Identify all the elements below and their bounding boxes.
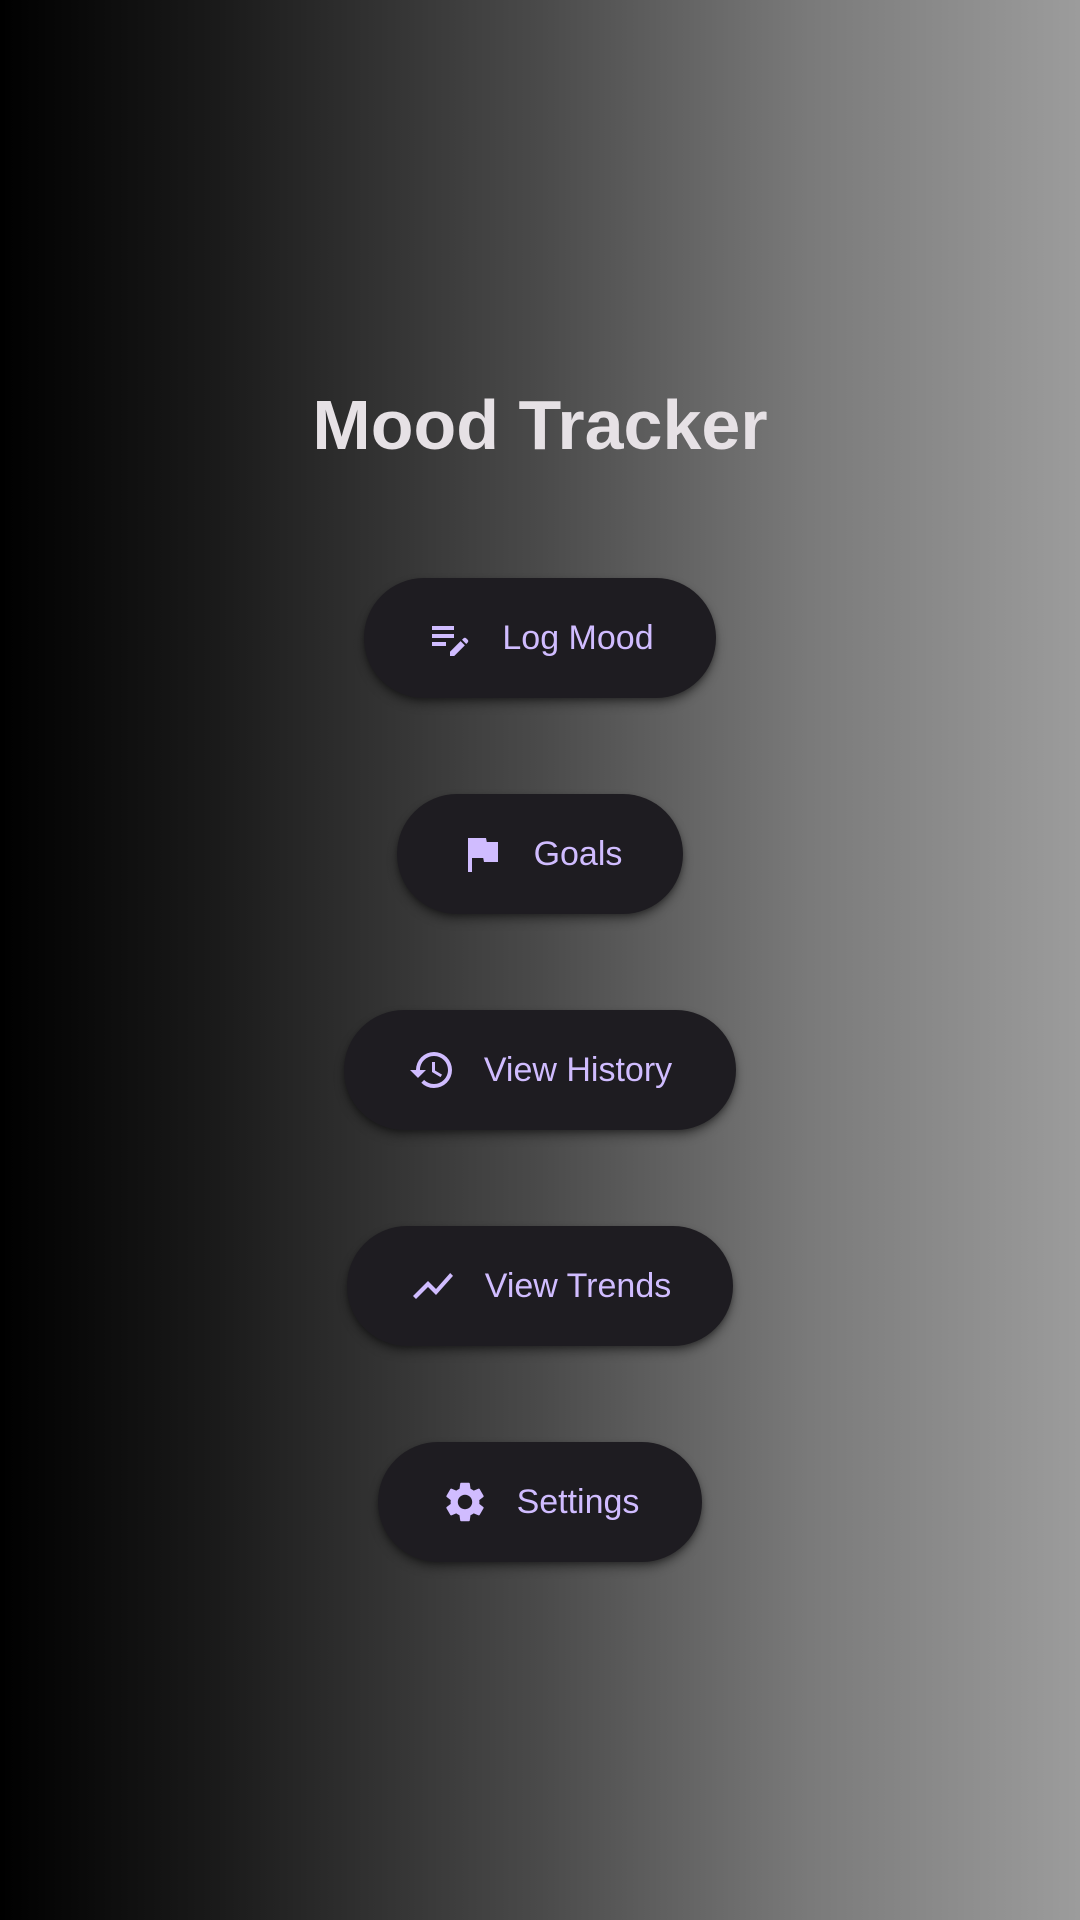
view-trends-button[interactable]: View Trends: [347, 1226, 733, 1346]
flag-icon: [458, 830, 506, 878]
gear-icon: [441, 1478, 489, 1526]
trending-up-icon: [409, 1262, 457, 1310]
view-history-label: View History: [483, 1050, 673, 1089]
log-mood-button[interactable]: Log Mood: [364, 578, 716, 698]
goals-button[interactable]: Goals: [397, 794, 683, 914]
goals-label: Goals: [533, 834, 623, 873]
settings-label: Settings: [516, 1482, 640, 1521]
log-mood-label: Log Mood: [502, 618, 654, 657]
page-title: Mood Tracker: [312, 386, 768, 464]
edit-note-icon: [426, 614, 474, 662]
view-trends-label: View Trends: [484, 1266, 672, 1305]
view-history-button[interactable]: View History: [344, 1010, 736, 1130]
history-icon: [408, 1046, 456, 1094]
settings-button[interactable]: Settings: [378, 1442, 702, 1562]
